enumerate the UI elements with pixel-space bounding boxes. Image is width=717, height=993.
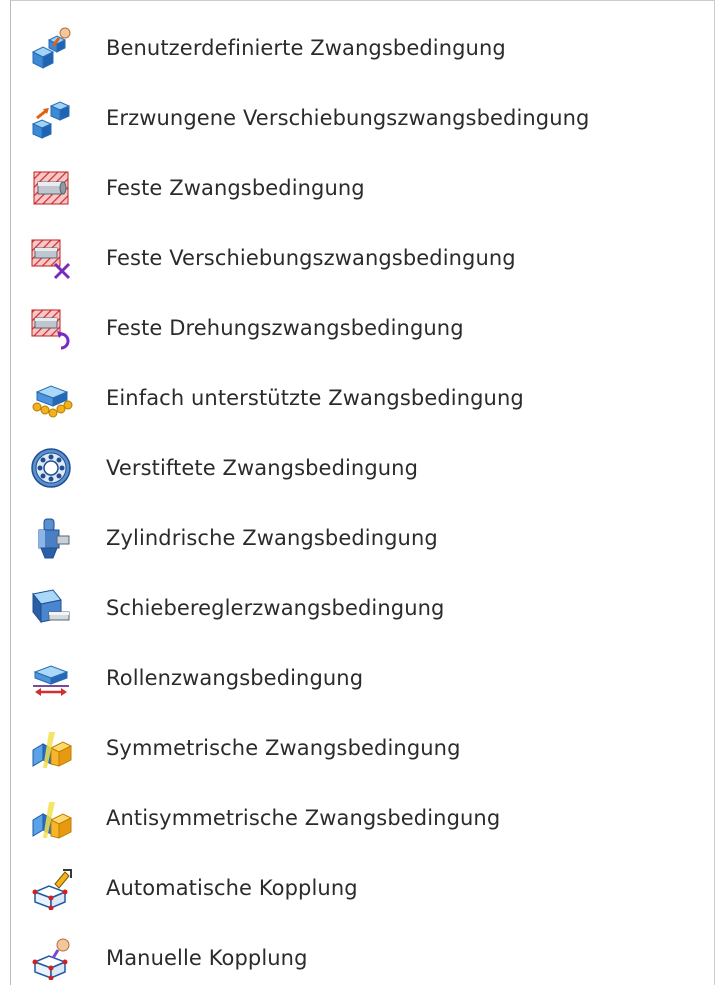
fixed-rotation-icon [29,306,73,350]
menu-item-label: Feste Zwangsbedingung [106,176,365,200]
fixed-displacement-icon [29,236,73,280]
menu-item-label: Schiebereglerzwangsbedingung [106,596,445,620]
pinned-constraint-icon [29,446,73,490]
menu-item-slider-constraint[interactable]: Schiebereglerzwangsbedingung [11,573,714,643]
menu-item-label: Verstiftete Zwangsbedingung [106,456,419,480]
menu-item-antisymmetric-constraint[interactable]: Antisymmetrische Zwangsbedingung [11,783,714,853]
custom-constraint-icon [29,26,73,70]
fixed-constraint-icon [29,166,73,210]
roller-constraint-icon [29,656,73,700]
antisymmetric-constraint-icon [29,796,73,840]
menu-item-label: Feste Verschiebungszwangsbedingung [106,246,516,270]
menu-item-pinned-constraint[interactable]: Verstiftete Zwangsbedingung [11,433,714,503]
simply-supported-icon [29,376,73,420]
menu-item-fixed-displacement[interactable]: Feste Verschiebungszwangsbedingung [11,223,714,293]
menu-item-simply-supported[interactable]: Einfach unterstützte Zwangsbedingung [11,363,714,433]
slider-constraint-icon [29,586,73,630]
menu-item-label: Manuelle Kopplung [106,946,308,970]
menu-item-label: Erzwungene Verschiebungszwangsbedingung [106,106,590,130]
menu-item-label: Rollenzwangsbedingung [106,666,364,690]
menu-item-manual-coupling[interactable]: Manuelle Kopplung [11,923,714,993]
forced-displacement-icon [29,96,73,140]
menu-item-fixed-constraint[interactable]: Feste Zwangsbedingung [11,153,714,223]
menu-item-label: Automatische Kopplung [106,876,358,900]
menu-item-custom-constraint[interactable]: Benutzerdefinierte Zwangsbedingung [11,13,714,83]
manual-coupling-icon [29,936,73,980]
menu-item-label: Benutzerdefinierte Zwangsbedingung [106,36,506,60]
menu-item-label: Antisymmetrische Zwangsbedingung [106,806,501,830]
menu-item-label: Feste Drehungszwangsbedingung [106,316,464,340]
cylindrical-constraint-icon [29,516,73,560]
menu-item-symmetric-constraint[interactable]: Symmetrische Zwangsbedingung [11,713,714,783]
menu-item-label: Symmetrische Zwangsbedingung [106,736,461,760]
menu-item-forced-displacement[interactable]: Erzwungene Verschiebungszwangsbedingung [11,83,714,153]
menu-item-cylindrical-constraint[interactable]: Zylindrische Zwangsbedingung [11,503,714,573]
menu-item-label: Einfach unterstützte Zwangsbedingung [106,386,524,410]
symmetric-constraint-icon [29,726,73,770]
menu-item-fixed-rotation[interactable]: Feste Drehungszwangsbedingung [11,293,714,363]
menu-item-automatic-coupling[interactable]: Automatische Kopplung [11,853,714,923]
automatic-coupling-icon [29,866,73,910]
constraint-menu: Benutzerdefinierte Zwangsbedingung Erzwu… [10,0,715,985]
menu-item-label: Zylindrische Zwangsbedingung [106,526,438,550]
menu-item-roller-constraint[interactable]: Rollenzwangsbedingung [11,643,714,713]
